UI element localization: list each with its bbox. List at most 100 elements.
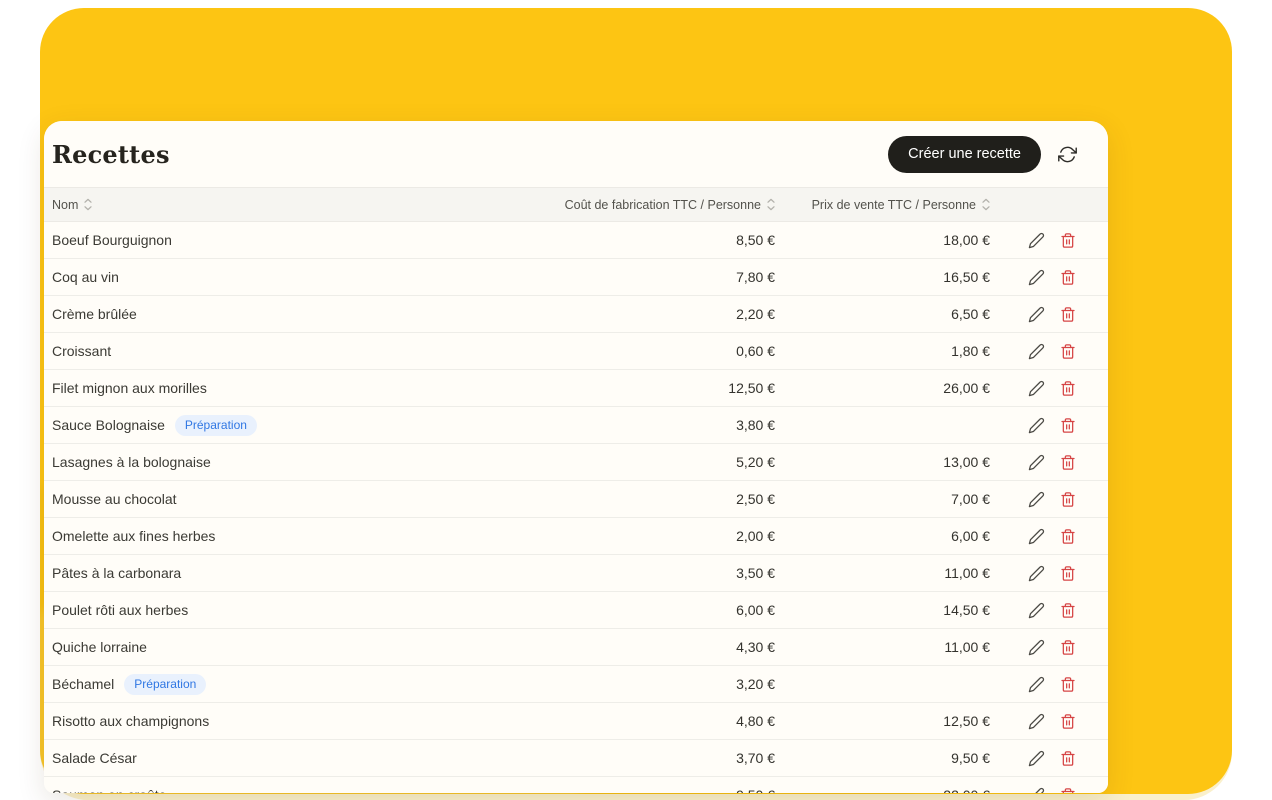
trash-icon	[1060, 713, 1076, 730]
preparation-badge: Préparation	[175, 415, 257, 436]
edit-recipe-button[interactable]	[1028, 491, 1045, 508]
delete-recipe-button[interactable]	[1060, 380, 1076, 397]
pencil-icon	[1028, 787, 1045, 794]
cost-cell: 4,80 €	[559, 713, 799, 729]
recipe-name: Saumon en croûte	[52, 787, 166, 793]
price-cell: 1,80 €	[799, 343, 1014, 359]
trash-icon	[1060, 491, 1076, 508]
column-header-nom[interactable]: Nom	[44, 198, 559, 212]
delete-recipe-button[interactable]	[1060, 639, 1076, 656]
trash-icon	[1060, 528, 1076, 545]
edit-recipe-button[interactable]	[1028, 454, 1045, 471]
table-row: Mousse au chocolat 2,50 € 7,00 €	[44, 481, 1108, 518]
name-cell: Poulet rôti aux herbes	[44, 602, 559, 618]
delete-recipe-button[interactable]	[1060, 343, 1076, 360]
cost-cell: 12,50 €	[559, 380, 799, 396]
edit-recipe-button[interactable]	[1028, 343, 1045, 360]
edit-recipe-button[interactable]	[1028, 269, 1045, 286]
table-row: Croissant 0,60 € 1,80 €	[44, 333, 1108, 370]
create-recipe-button[interactable]: Créer une recette	[888, 136, 1041, 173]
delete-recipe-button[interactable]	[1060, 750, 1076, 767]
edit-recipe-button[interactable]	[1028, 306, 1045, 323]
table-row: Filet mignon aux morilles 12,50 € 26,00 …	[44, 370, 1108, 407]
delete-recipe-button[interactable]	[1060, 232, 1076, 249]
actions-cell	[1014, 713, 1108, 730]
name-cell: Filet mignon aux morilles	[44, 380, 559, 396]
delete-recipe-button[interactable]	[1060, 676, 1076, 693]
pencil-icon	[1028, 232, 1045, 249]
recipe-name: Croissant	[52, 343, 111, 359]
pencil-icon	[1028, 676, 1045, 693]
actions-cell	[1014, 232, 1108, 249]
edit-recipe-button[interactable]	[1028, 750, 1045, 767]
recipe-name: Pâtes à la carbonara	[52, 565, 181, 581]
price-cell: 7,00 €	[799, 491, 1014, 507]
cost-cell: 2,50 €	[559, 491, 799, 507]
column-header-prix-vente[interactable]: Prix de vente TTC / Personne	[799, 198, 1014, 212]
edit-recipe-button[interactable]	[1028, 417, 1045, 434]
recipe-name: Béchamel	[52, 676, 114, 692]
edit-recipe-button[interactable]	[1028, 232, 1045, 249]
edit-recipe-button[interactable]	[1028, 676, 1045, 693]
edit-recipe-button[interactable]	[1028, 713, 1045, 730]
name-cell: Omelette aux fines herbes	[44, 528, 559, 544]
delete-recipe-button[interactable]	[1060, 602, 1076, 619]
pencil-icon	[1028, 417, 1045, 434]
table-row: Pâtes à la carbonara 3,50 € 11,00 €	[44, 555, 1108, 592]
delete-recipe-button[interactable]	[1060, 417, 1076, 434]
name-cell: Béchamel Préparation	[44, 674, 559, 695]
page-title: Recettes	[52, 140, 170, 169]
recipe-name: Sauce Bolognaise	[52, 417, 165, 433]
card-header: Recettes Créer une recette	[44, 121, 1108, 187]
pencil-icon	[1028, 750, 1045, 767]
cost-cell: 2,20 €	[559, 306, 799, 322]
table-row: Sauce Bolognaise Préparation 3,80 €	[44, 407, 1108, 444]
trash-icon	[1060, 269, 1076, 286]
price-cell: 13,00 €	[799, 454, 1014, 470]
actions-cell	[1014, 602, 1108, 619]
table-row: Poulet rôti aux herbes 6,00 € 14,50 €	[44, 592, 1108, 629]
name-cell: Mousse au chocolat	[44, 491, 559, 507]
delete-recipe-button[interactable]	[1060, 713, 1076, 730]
cost-cell: 9,50 €	[559, 787, 799, 793]
delete-recipe-button[interactable]	[1060, 269, 1076, 286]
delete-recipe-button[interactable]	[1060, 491, 1076, 508]
name-cell: Boeuf Bourguignon	[44, 232, 559, 248]
table-row: Coq au vin 7,80 € 16,50 €	[44, 259, 1108, 296]
edit-recipe-button[interactable]	[1028, 565, 1045, 582]
edit-recipe-button[interactable]	[1028, 639, 1045, 656]
refresh-button[interactable]	[1057, 144, 1078, 165]
delete-recipe-button[interactable]	[1060, 565, 1076, 582]
actions-cell	[1014, 750, 1108, 767]
delete-recipe-button[interactable]	[1060, 454, 1076, 471]
pencil-icon	[1028, 269, 1045, 286]
delete-recipe-button[interactable]	[1060, 787, 1076, 794]
sort-icon	[767, 198, 775, 211]
cost-cell: 3,20 €	[559, 676, 799, 692]
edit-recipe-button[interactable]	[1028, 528, 1045, 545]
actions-cell	[1014, 491, 1108, 508]
trash-icon	[1060, 787, 1076, 794]
actions-cell	[1014, 565, 1108, 582]
price-cell: 11,00 €	[799, 565, 1014, 581]
edit-recipe-button[interactable]	[1028, 602, 1045, 619]
name-cell: Lasagnes à la bolognaise	[44, 454, 559, 470]
name-cell: Quiche lorraine	[44, 639, 559, 655]
cost-cell: 3,70 €	[559, 750, 799, 766]
cost-cell: 0,60 €	[559, 343, 799, 359]
price-cell: 6,00 €	[799, 528, 1014, 544]
column-label: Nom	[52, 198, 78, 212]
recipe-name: Poulet rôti aux herbes	[52, 602, 188, 618]
price-cell: 18,00 €	[799, 232, 1014, 248]
pencil-icon	[1028, 528, 1045, 545]
cost-cell: 8,50 €	[559, 232, 799, 248]
recipe-name: Lasagnes à la bolognaise	[52, 454, 211, 470]
edit-recipe-button[interactable]	[1028, 380, 1045, 397]
delete-recipe-button[interactable]	[1060, 306, 1076, 323]
price-cell: 12,50 €	[799, 713, 1014, 729]
trash-icon	[1060, 380, 1076, 397]
table-row: Risotto aux champignons 4,80 € 12,50 €	[44, 703, 1108, 740]
delete-recipe-button[interactable]	[1060, 528, 1076, 545]
column-header-cout-fabrication[interactable]: Coût de fabrication TTC / Personne	[559, 198, 799, 212]
edit-recipe-button[interactable]	[1028, 787, 1045, 794]
